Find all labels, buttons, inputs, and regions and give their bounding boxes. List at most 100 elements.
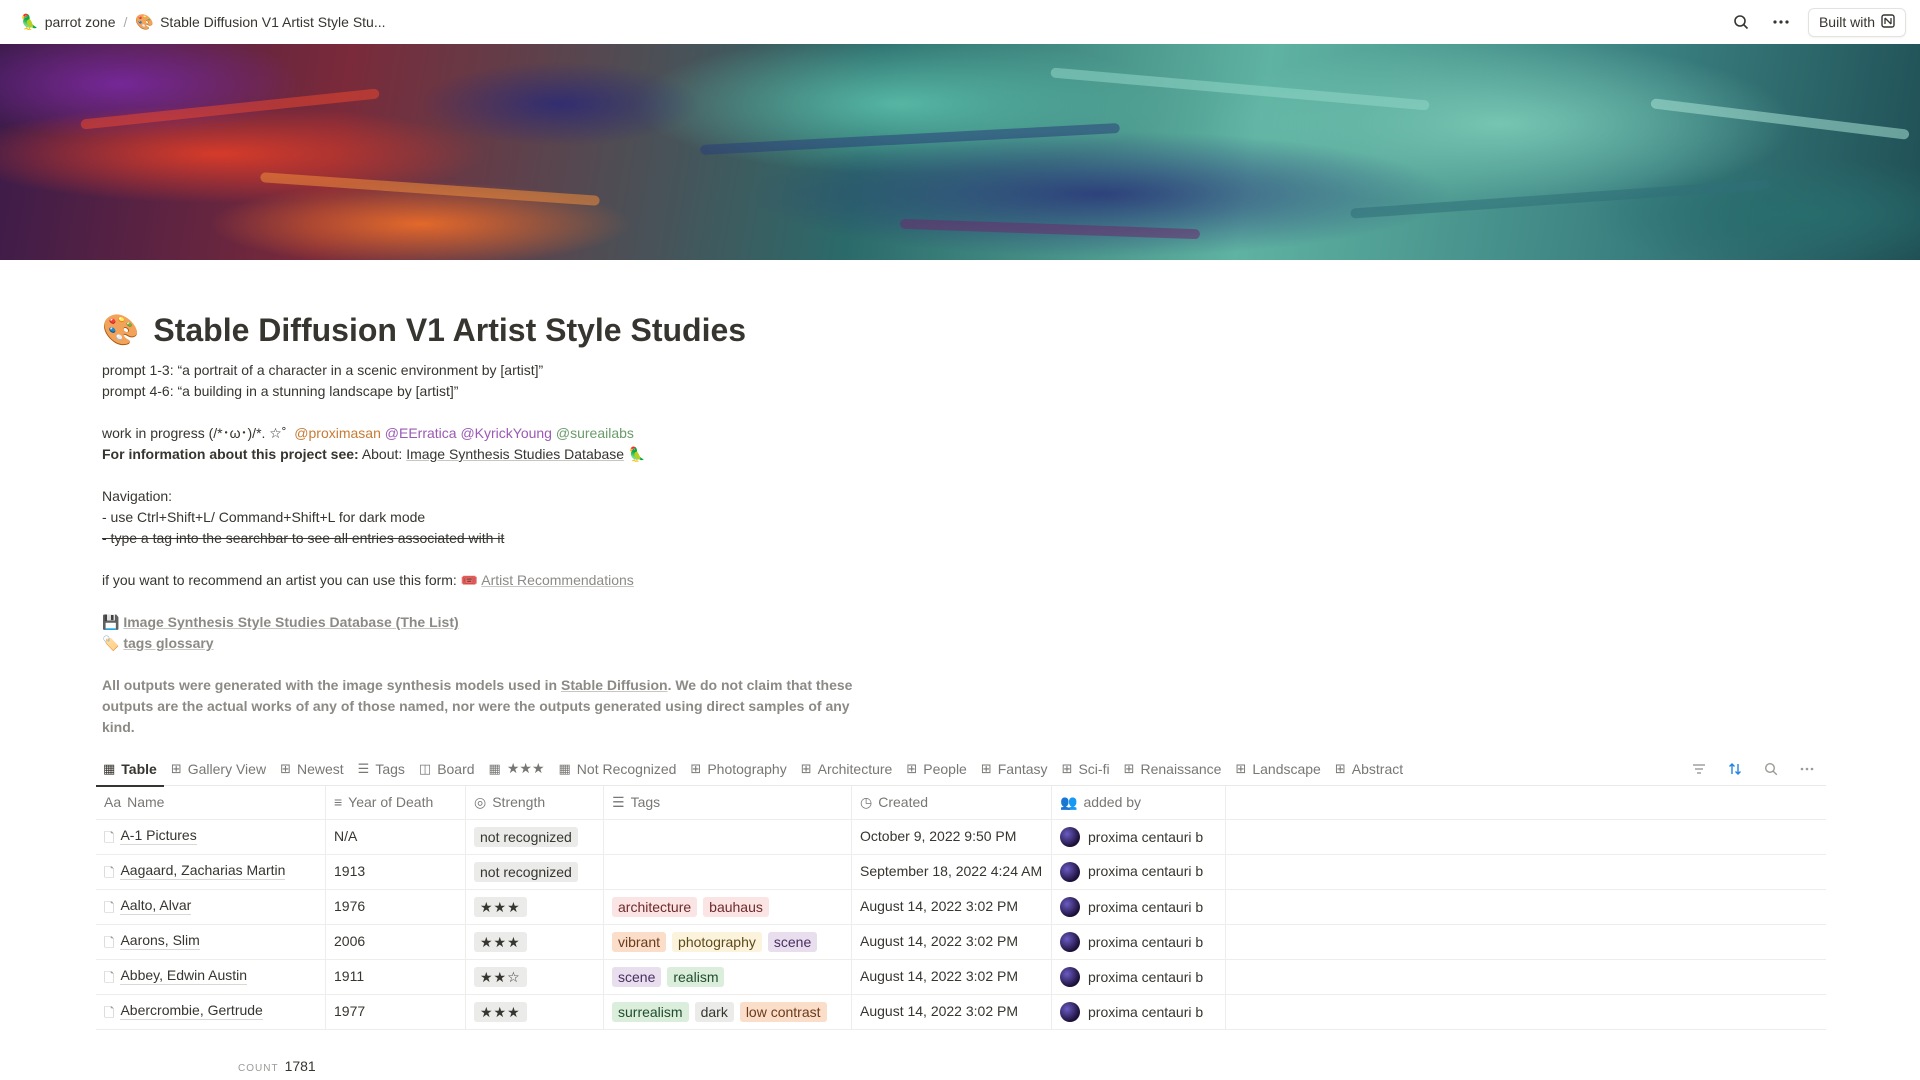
table-row[interactable]: 🗋 Aarons, Slim 2006 ★★★ vibrant photograph… (96, 925, 1826, 960)
tab-landscape[interactable]: ⊞ Landscape (1228, 752, 1327, 786)
tag-pill: photography (672, 932, 762, 952)
breadcrumb-workspace[interactable]: 🦜 parrot zone (14, 10, 122, 34)
palette-icon: 🎨 (102, 313, 140, 347)
table-row[interactable]: 🗋 Aagaard, Zacharias Martin 1913 not reco… (96, 855, 1826, 890)
tab-sci-fi[interactable]: ⊞ Sci-fi (1055, 752, 1117, 786)
artist-recommendations-link[interactable]: Artist Recommendations (481, 572, 634, 588)
table-row[interactable]: 🗋 A-1 Pictures N/A not recognized October… (96, 820, 1826, 855)
info-bold: For information about this project see: (102, 446, 359, 462)
column-header-name[interactable]: Aa Name (96, 786, 326, 819)
table-icon: ▦ (103, 760, 116, 776)
the-list-link[interactable]: Image Synthesis Style Studies Database (… (123, 614, 458, 630)
mention-kyrickyoung[interactable]: @KyrickYoung (460, 425, 552, 441)
column-label: Name (127, 794, 165, 810)
row-name[interactable]: Aarons, Slim (120, 932, 200, 950)
row-tags (604, 855, 852, 889)
page-content: 🎨 Stable Diffusion V1 Artist Style Studi… (102, 300, 1822, 738)
nav-item-searchbar: - type a tag into the searchbar to see a… (102, 530, 505, 546)
table-icon: ▦ (558, 760, 571, 776)
tab-photography[interactable]: ⊞ Photography (683, 752, 793, 786)
mention-proximasan[interactable]: @proximasan (294, 425, 381, 441)
count-label: COUNT (238, 1063, 279, 1074)
ticket-icon: 🎟️ (460, 572, 479, 588)
column-label: added by (1083, 794, 1142, 810)
recommend-text: if you want to recommend an artist you c… (102, 572, 457, 588)
strength-tag: not recognized (474, 827, 578, 847)
parrot-icon: 🦜 (20, 14, 39, 31)
prompt-line-2: prompt 4-6: “a building in a stunning la… (102, 383, 459, 399)
built-with-button[interactable]: Built with (1807, 7, 1906, 37)
strength-tag: ★★★ (474, 897, 527, 917)
row-year: 1976 (326, 890, 466, 924)
row-name[interactable]: Aalto, Alvar (120, 897, 192, 915)
tab-fantasy[interactable]: ⊞ Fantasy (974, 752, 1055, 786)
tab-people[interactable]: ⊞ People (899, 752, 974, 786)
tab-renaissance[interactable]: ⊞ Renaissance (1117, 752, 1229, 786)
page-icon: 🗋 (104, 1005, 115, 1020)
row-year: 1913 (326, 855, 466, 889)
column-label: Year of Death (348, 794, 434, 810)
tab-not-recognized[interactable]: ▦ Not Recognized (552, 752, 684, 786)
prompt-line-1: prompt 1-3: “a portrait of a character i… (102, 362, 544, 378)
gallery-icon: ⊞ (980, 760, 992, 776)
count-value: 1781 (284, 1058, 316, 1074)
page-icon: 🗋 (104, 900, 115, 915)
tab-label: Renaissance (1140, 760, 1222, 777)
row-name[interactable]: Aagaard, Zacharias Martin (120, 862, 286, 880)
wip-text: work in progress (/*･ω･)/*. ☆˚ (102, 425, 287, 441)
row-added-by: proxima centauri b (1088, 898, 1204, 915)
cover-image (0, 44, 1920, 260)
tab-label: Architecture (817, 760, 893, 777)
table-header: Aa Name ≡ Year of Death ◎ Strength ☰ Tags ◷ C… (96, 786, 1826, 820)
tab-architecture[interactable]: ⊞ Architecture (794, 752, 900, 786)
row-name[interactable]: Abercrombie, Gertrude (120, 1002, 263, 1020)
select-property-icon: ◎ (474, 794, 487, 810)
tab-tags[interactable]: ☰ Tags (351, 752, 412, 786)
more-options-icon[interactable] (1768, 9, 1794, 35)
more-options-icon[interactable] (1796, 758, 1818, 780)
tag-pill: bauhaus (703, 897, 769, 917)
link-the-list[interactable]: 💾 Image Synthesis Style Studies Database… (102, 612, 1822, 633)
tab-label: Photography (707, 760, 787, 777)
tab-abstract[interactable]: ⊞ Abstract (1328, 752, 1410, 786)
column-header-tags[interactable]: ☰ Tags (604, 786, 852, 819)
breadcrumb-workspace-label: parrot zone (44, 14, 116, 30)
tags-glossary-link[interactable]: tags glossary (123, 635, 213, 651)
tab-board[interactable]: ◫ Board (412, 752, 482, 786)
sort-icon[interactable] (1724, 758, 1746, 780)
column-spacer (1226, 786, 1826, 819)
row-name[interactable]: Abbey, Edwin Austin (120, 967, 248, 985)
table-row[interactable]: 🗋 Abercrombie, Gertrude 1977 ★★★ surreali… (96, 995, 1826, 1030)
tab-three-stars[interactable]: ▦ ★★★ (482, 752, 552, 786)
column-header-year[interactable]: ≡ Year of Death (326, 786, 466, 819)
tab-newest[interactable]: ⊞ Newest (273, 752, 351, 786)
table-row[interactable]: 🗋 Abbey, Edwin Austin 1911 ★★☆ scene reali… (96, 960, 1826, 995)
search-icon[interactable] (1760, 758, 1782, 780)
page-icon: 🗋 (104, 970, 115, 985)
column-label: Strength (492, 794, 546, 810)
column-header-created[interactable]: ◷ Created (852, 786, 1052, 819)
row-name[interactable]: A-1 Pictures (120, 827, 197, 845)
column-header-strength[interactable]: ◎ Strength (466, 786, 604, 819)
table-row[interactable]: 🗋 Aalto, Alvar 1976 ★★★ architecture bauha… (96, 890, 1826, 925)
column-header-added-by[interactable]: 👥 added by (1052, 786, 1226, 819)
studies-database-link[interactable]: Image Synthesis Studies Database (406, 446, 624, 462)
column-label: Tags (630, 794, 661, 810)
mention-eerratica[interactable]: @EErratica (385, 425, 457, 441)
mention-sureailabs[interactable]: @sureailabs (556, 425, 634, 441)
stable-diffusion-link[interactable]: Stable Diffusion (561, 677, 668, 693)
table-icon: ▦ (488, 760, 501, 776)
filter-icon[interactable] (1688, 758, 1710, 780)
breadcrumb-page[interactable]: 🎨 Stable Diffusion V1 Artist Style Stu..… (129, 10, 391, 34)
row-added-by: proxima centauri b (1088, 933, 1204, 950)
gallery-icon: ⊞ (690, 760, 702, 776)
tab-gallery-view[interactable]: ⊞ Gallery View (164, 752, 273, 786)
link-tags-glossary[interactable]: 🏷️ tags glossary (102, 633, 1822, 654)
tab-table[interactable]: ▦ Table (96, 752, 164, 787)
search-icon[interactable] (1728, 9, 1754, 35)
database-table: Aa Name ≡ Year of Death ◎ Strength ☰ Tags ◷ C… (96, 786, 1826, 1030)
row-tags: scene realism (604, 960, 852, 994)
notion-logo-icon (1881, 13, 1895, 31)
row-added-by: proxima centauri b (1088, 828, 1204, 845)
database-view-tabs: ▦ Table ⊞ Gallery View ⊞ Newest ☰ Tags ◫ Boar… (96, 752, 1826, 787)
